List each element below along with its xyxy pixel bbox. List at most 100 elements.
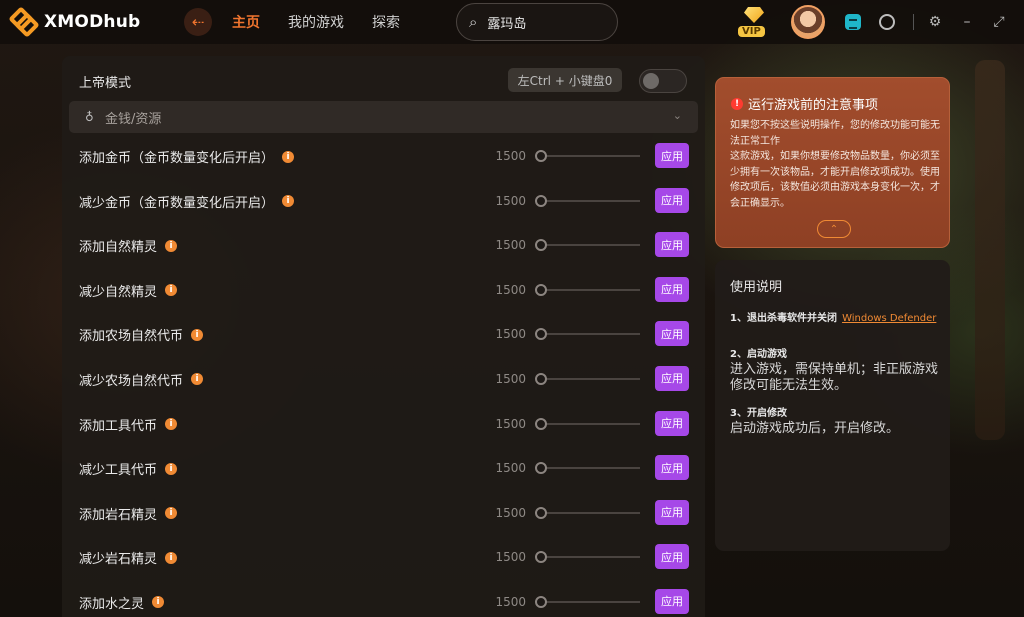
info-icon[interactable]: i bbox=[282, 150, 295, 163]
usage-title: 使用说明 bbox=[730, 280, 783, 295]
search-input[interactable]: ⌕ 露玛岛 bbox=[456, 3, 618, 41]
value-slider[interactable] bbox=[535, 595, 640, 608]
xmod-logo-icon bbox=[12, 10, 36, 34]
cheat-row: 减少农场自然代币 i 1500 应用 bbox=[62, 356, 705, 401]
info-icon[interactable]: i bbox=[165, 507, 178, 520]
value-slider[interactable] bbox=[535, 372, 640, 385]
step-title: 3、开启修改 bbox=[730, 408, 787, 419]
apply-button[interactable]: 应用 bbox=[655, 544, 689, 570]
info-icon[interactable]: i bbox=[165, 418, 178, 431]
cheat-value: 1500 bbox=[495, 416, 526, 431]
notification-icon[interactable] bbox=[879, 14, 895, 30]
cheat-row: 减少工具代币 i 1500 应用 bbox=[62, 445, 705, 490]
collapse-button[interactable]: ⌃ bbox=[817, 220, 851, 238]
cheat-label: 减少金币（金币数量变化后开启） bbox=[79, 195, 275, 211]
vip-badge[interactable]: VIP bbox=[737, 7, 771, 37]
apply-button[interactable]: 应用 bbox=[655, 499, 689, 525]
info-icon[interactable]: i bbox=[165, 551, 178, 564]
section-header-money[interactable]: ♁ 金钱/资源 ⌄ bbox=[69, 101, 698, 133]
apply-button[interactable]: 应用 bbox=[655, 410, 689, 436]
cheat-row: 添加自然精灵 i 1500 应用 bbox=[62, 222, 705, 267]
nav-explore[interactable]: 探索 bbox=[372, 12, 400, 32]
value-slider[interactable] bbox=[535, 283, 640, 296]
apply-button[interactable]: 应用 bbox=[655, 187, 689, 213]
diamond-icon bbox=[744, 7, 764, 23]
value-slider[interactable] bbox=[535, 462, 640, 475]
usage-step-3: 3、开启修改 启动游戏成功后，开启修改。 bbox=[730, 407, 940, 437]
slider-thumb[interactable] bbox=[535, 328, 547, 341]
apply-button[interactable]: 应用 bbox=[655, 365, 689, 391]
section-title: 金钱/资源 bbox=[105, 111, 162, 127]
slider-thumb[interactable] bbox=[535, 551, 547, 564]
cheat-row: 添加工具代币 i 1500 应用 bbox=[62, 401, 705, 446]
value-slider[interactable] bbox=[535, 417, 640, 430]
god-mode-toggle[interactable] bbox=[639, 69, 687, 93]
value-slider[interactable] bbox=[535, 150, 640, 162]
windows-defender-link[interactable]: Windows Defender bbox=[842, 313, 936, 324]
value-slider[interactable] bbox=[535, 194, 640, 207]
apply-button[interactable]: 应用 bbox=[655, 232, 689, 258]
message-icon[interactable] bbox=[845, 14, 861, 30]
slider-thumb[interactable] bbox=[535, 194, 547, 207]
fullscreen-icon[interactable]: ⤢ bbox=[992, 14, 1006, 30]
nav-home[interactable]: 主页 bbox=[232, 12, 260, 32]
step-title: 2、启动游戏 bbox=[730, 349, 787, 360]
info-icon[interactable]: i bbox=[165, 462, 178, 475]
app-name: XMODhub bbox=[44, 12, 141, 32]
cheat-value: 1500 bbox=[495, 327, 526, 342]
step-title: 1、退出杀毒软件并关闭 bbox=[730, 313, 837, 324]
top-bar: XMODhub ⇠ 主页 我的游戏 探索 ⌕ 露玛岛 VIP ⚙ – ⤢ bbox=[0, 0, 1024, 44]
info-icon[interactable]: i bbox=[165, 239, 178, 252]
divider bbox=[913, 14, 914, 30]
apply-button[interactable]: 应用 bbox=[655, 588, 689, 614]
slider-thumb[interactable] bbox=[535, 506, 547, 519]
main-nav: 主页 我的游戏 探索 bbox=[232, 12, 428, 32]
step-text: 进入游戏，需保持单机；非正版游戏修改可能无法生效。 bbox=[730, 362, 939, 393]
god-mode-row: 上帝模式 左Ctrl + 小键盘0 bbox=[62, 68, 705, 94]
usage-card: 使用说明 1、退出杀毒软件并关闭 Windows Defender 2、启动游戏… bbox=[715, 260, 950, 551]
cheat-row: 减少自然精灵 i 1500 应用 bbox=[62, 267, 705, 312]
slider-thumb[interactable] bbox=[535, 283, 547, 296]
slider-thumb[interactable] bbox=[535, 417, 547, 430]
settings-icon[interactable]: ⚙ bbox=[928, 14, 942, 30]
info-icon[interactable]: i bbox=[191, 373, 204, 386]
apply-button[interactable]: 应用 bbox=[655, 276, 689, 302]
apply-button[interactable]: 应用 bbox=[655, 455, 689, 481]
usage-step-1: 1、退出杀毒软件并关闭 Windows Defender bbox=[730, 306, 940, 326]
value-slider[interactable] bbox=[535, 239, 640, 252]
cheat-label: 减少农场自然代币 bbox=[79, 373, 184, 389]
notice-body: 如果您不按这些说明操作，您的修改功能可能无法正常工作 这款游戏，如果你想要修改物… bbox=[730, 118, 940, 211]
slider-thumb[interactable] bbox=[535, 462, 547, 475]
cheat-row: 添加农场自然代币 i 1500 应用 bbox=[62, 311, 705, 356]
info-icon[interactable]: i bbox=[165, 284, 178, 297]
info-icon[interactable]: i bbox=[191, 328, 204, 341]
slider-thumb[interactable] bbox=[535, 595, 547, 608]
app-logo[interactable]: XMODhub bbox=[12, 10, 162, 34]
background-tree bbox=[975, 60, 1005, 440]
slider-thumb[interactable] bbox=[535, 239, 547, 252]
cheat-value: 1500 bbox=[495, 193, 526, 208]
value-slider[interactable] bbox=[535, 328, 640, 341]
avatar[interactable] bbox=[791, 5, 825, 39]
search-icon: ⌕ bbox=[469, 13, 478, 31]
value-slider[interactable] bbox=[535, 551, 640, 564]
nav-my-games[interactable]: 我的游戏 bbox=[288, 12, 344, 32]
cheat-row: 添加金币（金币数量变化后开启） i 1500 应用 bbox=[62, 133, 705, 178]
value-slider[interactable] bbox=[535, 506, 640, 519]
slider-thumb[interactable] bbox=[535, 150, 547, 162]
minimize-icon[interactable]: – bbox=[960, 14, 974, 30]
apply-button[interactable]: 应用 bbox=[655, 321, 689, 347]
hotkey-badge[interactable]: 左Ctrl + 小键盘0 bbox=[508, 68, 622, 92]
chevron-down-icon: ⌄ bbox=[672, 109, 682, 122]
back-button[interactable]: ⇠ bbox=[184, 8, 212, 36]
slider-thumb[interactable] bbox=[535, 372, 547, 385]
apply-button[interactable]: 应用 bbox=[655, 143, 689, 168]
cheat-value: 1500 bbox=[495, 149, 526, 163]
info-icon[interactable]: i bbox=[152, 596, 165, 609]
info-icon[interactable]: i bbox=[282, 195, 295, 208]
god-mode-label: 上帝模式 bbox=[79, 76, 132, 91]
usage-step-2: 2、启动游戏 进入游戏，需保持单机；非正版游戏修改可能无法生效。 bbox=[730, 348, 940, 394]
cheat-value: 1500 bbox=[495, 550, 526, 565]
cheat-label: 减少岩石精灵 bbox=[79, 552, 158, 568]
search-value: 露玛岛 bbox=[487, 16, 527, 32]
